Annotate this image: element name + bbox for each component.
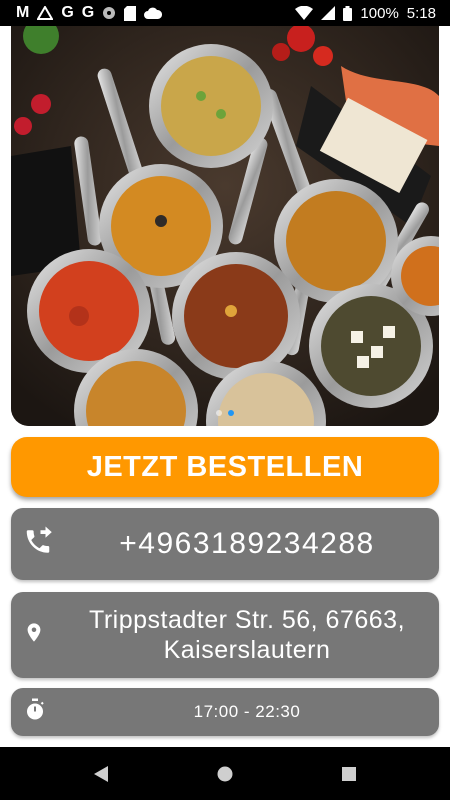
- indian-dishes-photo[interactable]: [11, 26, 439, 426]
- stopwatch-icon: [23, 697, 47, 728]
- address-text: Trippstadter Str. 56, 67663, Kaiserslaut…: [63, 592, 431, 678]
- clock: 5:18: [406, 4, 436, 22]
- battery-icon: [343, 5, 353, 21]
- phone-forward-icon: [23, 526, 53, 562]
- address-card[interactable]: Trippstadter Str. 56, 67663, Kaiserslaut…: [11, 592, 439, 678]
- system-icons: 100% 5:18: [295, 5, 436, 22]
- google-icon: G: [81, 4, 95, 21]
- carousel-dot[interactable]: [216, 410, 222, 416]
- phone-number: +4963189234288: [119, 527, 375, 560]
- phone-card[interactable]: +4963189234288: [11, 508, 439, 580]
- address-line-1: Trippstadter Str. 56, 67663,: [88, 606, 406, 634]
- photos-icon: [102, 6, 116, 20]
- navigation-bar: [0, 747, 450, 800]
- food-illustration: [11, 26, 439, 426]
- address-line-2: Kaiserslautern: [163, 636, 331, 664]
- signal-icon: [321, 6, 336, 20]
- cloud-icon: [144, 7, 163, 19]
- wifi-icon: [295, 6, 314, 20]
- battery-percent: 100%: [360, 4, 399, 22]
- carousel-indicator: [11, 410, 439, 416]
- drive-icon: [37, 5, 54, 21]
- home-icon[interactable]: [213, 762, 237, 786]
- opening-hours: 17:00 - 22:30: [193, 702, 301, 721]
- notification-icons: M G G: [16, 4, 163, 21]
- back-icon[interactable]: [89, 762, 113, 786]
- hours-card[interactable]: 17:00 - 22:30: [11, 688, 439, 736]
- google-icon: G: [61, 4, 74, 21]
- status-bar: M G G 100% 5:18: [0, 0, 450, 26]
- carousel-dot-active[interactable]: [228, 410, 234, 416]
- order-now-button[interactable]: JETZT BESTELLEN: [11, 437, 439, 497]
- recents-icon[interactable]: [337, 762, 361, 786]
- location-pin-icon: [23, 620, 45, 651]
- gmail-icon: M: [16, 4, 30, 21]
- sd-card-icon: [124, 5, 137, 21]
